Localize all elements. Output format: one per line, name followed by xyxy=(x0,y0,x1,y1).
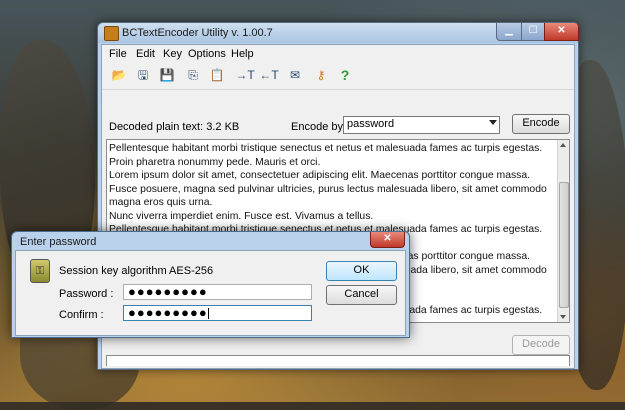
open-icon[interactable]: 📂 xyxy=(110,67,128,84)
algorithm-label: Session key algorithm AES-256 xyxy=(59,265,214,277)
vertical-scrollbar[interactable] xyxy=(557,140,569,322)
message-icon[interactable]: ✉ xyxy=(286,67,304,84)
save-as-icon[interactable]: 🖫 xyxy=(134,67,152,84)
menu-key[interactable]: Key xyxy=(163,48,182,60)
password-label: Password : xyxy=(59,288,114,300)
help-icon[interactable]: ? xyxy=(336,67,354,84)
encode-method-select[interactable]: password xyxy=(343,116,500,134)
password-field[interactable]: ●●●●●●●●● xyxy=(123,284,312,300)
toolbar: 📂 🖫 💾 ⎘ 📋 →T ←T ✉ ⚷ ? xyxy=(102,63,574,90)
dialog-client-area: ⚿ Session key algorithm AES-256 Password… xyxy=(15,250,406,336)
menu-file[interactable]: File xyxy=(109,48,127,60)
confirm-field[interactable]: ●●●●●●●●● xyxy=(123,305,312,321)
menu-bar: File Edit Key Options Help xyxy=(102,45,574,63)
text-caret xyxy=(207,308,209,320)
menu-edit[interactable]: Edit xyxy=(136,48,155,60)
paste-icon[interactable]: 📋 xyxy=(208,67,226,84)
menu-help[interactable]: Help xyxy=(231,48,254,60)
ok-button[interactable]: OK xyxy=(326,261,397,281)
encode-text-icon[interactable]: →T xyxy=(234,67,256,84)
minimize-button[interactable]: ▁ xyxy=(496,23,522,41)
key-icon[interactable]: ⚷ xyxy=(312,67,330,84)
scrollbar-thumb[interactable] xyxy=(559,182,569,308)
window-title: BCTextEncoder Utility v. 1.00.7 xyxy=(122,27,273,39)
save-icon[interactable]: 💾 xyxy=(158,67,176,84)
copy-icon[interactable]: ⎘ xyxy=(184,67,202,84)
scroll-up-icon[interactable] xyxy=(560,143,566,147)
menu-options[interactable]: Options xyxy=(188,48,226,60)
security-key-icon: ⚿ xyxy=(30,259,50,283)
confirm-label: Confirm : xyxy=(59,309,104,321)
confirm-value: ●●●●●●●●● xyxy=(128,305,208,320)
maximize-button[interactable]: ☐ xyxy=(521,23,545,41)
decode-text-icon[interactable]: ←T xyxy=(258,67,280,84)
decode-button[interactable]: Decode xyxy=(512,335,570,355)
app-icon xyxy=(104,26,119,41)
dialog-close-button[interactable]: ✕ xyxy=(370,232,405,248)
password-value: ●●●●●●●●● xyxy=(128,284,208,299)
close-button[interactable]: ✕ xyxy=(544,23,579,41)
password-dialog: Enter password ✕ ⚿ Session key algorithm… xyxy=(11,231,410,338)
cancel-button[interactable]: Cancel xyxy=(326,285,397,305)
dialog-title: Enter password xyxy=(20,236,97,248)
encode-button[interactable]: Encode xyxy=(512,114,570,134)
decoded-size-label: Decoded plain text: 3.2 KB xyxy=(109,121,240,133)
scroll-down-icon[interactable] xyxy=(560,315,566,319)
encoded-text-pane[interactable] xyxy=(106,355,570,366)
encode-method-value: password xyxy=(347,118,395,130)
chevron-down-icon xyxy=(489,120,497,125)
encode-by-label: Encode by: xyxy=(291,121,347,133)
